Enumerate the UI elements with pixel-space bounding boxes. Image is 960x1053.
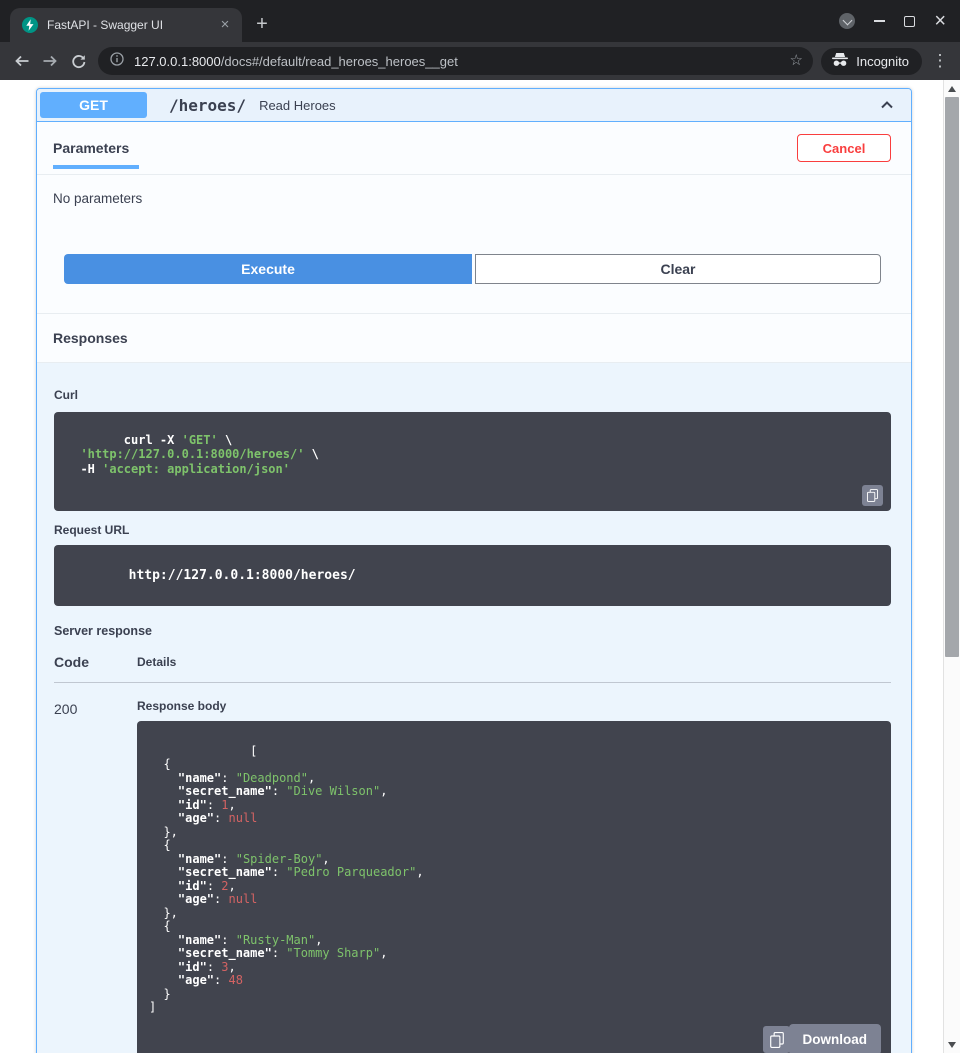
request-url-block: http://127.0.0.1:8000/heroes/: [54, 545, 891, 606]
url-path: /docs#/default/read_heroes_heroes__get: [221, 54, 458, 69]
execute-row: Execute Clear: [64, 254, 881, 284]
curl-command-text: curl -X 'GET' \ 'http://127.0.0.1:8000/h…: [66, 433, 319, 476]
browser-menu-icon[interactable]: ⋮: [928, 51, 952, 71]
curl-label: Curl: [54, 388, 891, 402]
incognito-label: Incognito: [856, 54, 909, 69]
browser-tab[interactable]: FastAPI - Swagger UI ×: [10, 8, 242, 42]
responses-body: Curl curl -X 'GET' \ 'http://127.0.0.1:8…: [37, 363, 911, 1053]
details-column-header: Details: [137, 655, 891, 669]
scrollbar-thumb[interactable]: [945, 97, 959, 657]
responses-title: Responses: [53, 330, 128, 346]
operation-block-get-heroes: GET /heroes/ Read Heroes Parameters Canc…: [36, 88, 912, 1053]
forward-icon[interactable]: [36, 47, 64, 75]
collapse-chevron-icon[interactable]: [877, 95, 897, 115]
server-response-label: Server response: [54, 624, 891, 638]
responses-header: Responses: [37, 313, 911, 363]
code-column-header: Code: [54, 654, 137, 670]
browser-titlebar: FastAPI - Swagger UI × + ×: [0, 0, 960, 42]
parameters-header: Parameters Cancel: [37, 122, 911, 175]
execute-button[interactable]: Execute: [64, 254, 472, 284]
cancel-button[interactable]: Cancel: [797, 134, 891, 162]
browser-update-icon[interactable]: [839, 13, 855, 29]
operation-path: /heroes/: [169, 96, 246, 115]
response-details-cell: Response body [ { "name": "Deadpond", "s…: [137, 699, 891, 1053]
request-url-label: Request URL: [54, 523, 891, 537]
download-button[interactable]: Download: [789, 1024, 882, 1053]
back-icon[interactable]: [8, 47, 36, 75]
fastapi-favicon-icon: [22, 17, 38, 33]
response-body-label: Response body: [137, 699, 891, 713]
tab-close-icon[interactable]: ×: [216, 16, 234, 34]
status-code: 200: [54, 699, 137, 717]
request-url-value: http://127.0.0.1:8000/heroes/: [129, 568, 356, 583]
incognito-badge: Incognito: [821, 48, 922, 75]
response-body-json: [ { "name": "Deadpond", "secret_name": "…: [149, 744, 424, 1015]
swagger-page: GET /heroes/ Read Heroes Parameters Canc…: [0, 80, 943, 1053]
minimize-icon[interactable]: [874, 20, 885, 22]
new-tab-button[interactable]: +: [248, 11, 276, 39]
scroll-up-icon[interactable]: [944, 80, 960, 97]
page-scrollbar[interactable]: [943, 80, 960, 1053]
response-body-block: [ { "name": "Deadpond", "secret_name": "…: [137, 721, 891, 1053]
site-info-icon[interactable]: [110, 52, 124, 71]
clear-button[interactable]: Clear: [475, 254, 881, 284]
bookmark-star-icon[interactable]: ☆: [783, 48, 809, 74]
server-response-table: Code Details 200 Response body [ { "name…: [54, 650, 891, 1053]
browser-toolbar: 127.0.0.1:8000/docs#/default/read_heroes…: [0, 42, 960, 80]
window-close-icon[interactable]: ×: [934, 13, 946, 29]
copy-response-icon[interactable]: [763, 1026, 790, 1053]
url-host: 127.0.0.1:8000: [134, 54, 221, 69]
tab-parameters[interactable]: Parameters: [53, 122, 129, 174]
reload-icon[interactable]: [64, 47, 92, 75]
operation-summary[interactable]: GET /heroes/ Read Heroes: [37, 89, 911, 122]
response-row-200: 200 Response body [ { "name": "Deadpond"…: [54, 683, 891, 1053]
operation-description: Read Heroes: [259, 98, 336, 113]
address-bar[interactable]: 127.0.0.1:8000/docs#/default/read_heroes…: [98, 47, 813, 75]
window-controls: ×: [839, 0, 946, 42]
response-table-header: Code Details: [54, 650, 891, 683]
curl-command-block: curl -X 'GET' \ 'http://127.0.0.1:8000/h…: [54, 412, 891, 511]
no-parameters-message: No parameters: [37, 175, 911, 206]
copy-curl-icon[interactable]: [862, 485, 883, 506]
incognito-icon: [831, 53, 849, 70]
url-text[interactable]: 127.0.0.1:8000/docs#/default/read_heroes…: [134, 54, 783, 69]
http-method-badge: GET: [40, 92, 147, 118]
scroll-down-icon[interactable]: [944, 1036, 960, 1053]
parameters-body: No parameters Execute Clear: [37, 175, 911, 313]
maximize-icon[interactable]: [904, 16, 915, 27]
tab-title: FastAPI - Swagger UI: [47, 18, 216, 32]
